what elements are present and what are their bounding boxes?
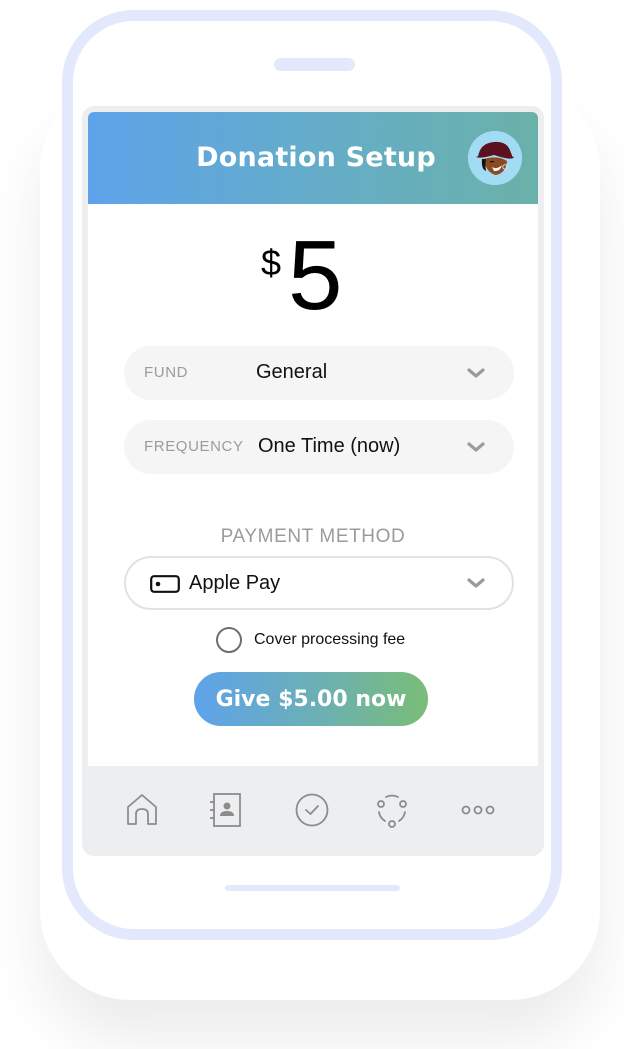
tab-bar: [82, 766, 544, 856]
fund-label: FUND: [144, 364, 189, 381]
tab-groups[interactable]: [372, 790, 412, 830]
tab-home[interactable]: [122, 790, 162, 830]
chevron-down-icon: [467, 368, 485, 378]
fund-select[interactable]: FUND General: [124, 346, 514, 400]
contacts-book-icon: [210, 793, 241, 827]
user-avatar-icon: [468, 131, 522, 185]
payment-method-heading: PAYMENT METHOD: [220, 526, 406, 547]
donation-amount[interactable]: 5: [288, 226, 343, 324]
payment-method-value: Apple Pay: [189, 572, 281, 594]
check-circle-icon: [295, 793, 329, 827]
frequency-value: One Time (now): [258, 435, 401, 457]
donation-screen: Donation Setup $ 5 FUND General FREQUENC…: [88, 112, 538, 766]
give-button[interactable]: Give $5.00 now: [194, 672, 428, 726]
home-indicator: [225, 885, 400, 891]
frequency-select[interactable]: FREQUENCY One Time (now): [124, 420, 514, 474]
phone-speaker: [274, 58, 355, 71]
cover-fee-label: Cover processing fee: [254, 631, 406, 648]
groups-icon: [377, 794, 407, 828]
payment-method-select[interactable]: Apple Pay: [124, 556, 514, 610]
cover-fee-option[interactable]: Cover processing fee: [216, 626, 405, 654]
header: Donation Setup: [88, 112, 538, 204]
fund-value: General: [256, 361, 328, 383]
tab-check-in[interactable]: [292, 790, 332, 830]
tab-directory[interactable]: [206, 790, 246, 830]
tab-more[interactable]: [458, 790, 498, 830]
frequency-label: FREQUENCY: [144, 438, 244, 455]
home-icon: [127, 794, 157, 825]
card-icon: [150, 575, 180, 593]
chevron-down-icon: [467, 578, 485, 588]
currency-symbol: $: [261, 242, 282, 283]
cover-fee-radio[interactable]: [216, 627, 242, 653]
chevron-down-icon: [467, 442, 485, 452]
more-icon: [461, 805, 495, 815]
avatar[interactable]: [468, 131, 522, 185]
